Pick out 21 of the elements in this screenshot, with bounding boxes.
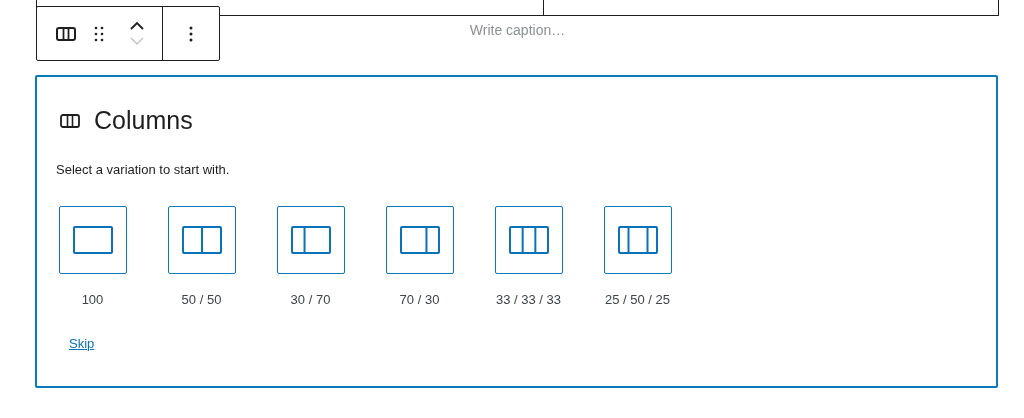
variation-label: 30 / 70 [290,292,331,307]
more-options-icon[interactable] [189,25,193,42]
variation-label: 25 / 50 / 25 [604,292,671,307]
variation-button[interactable] [58,206,127,274]
columns-icon [60,113,80,128]
variation-button[interactable] [494,206,563,274]
skip-link[interactable]: Skip [69,336,95,351]
instructions: Select a variation to start with. [56,162,231,177]
variation-button[interactable] [385,206,454,274]
columns-icon[interactable] [56,26,76,41]
variation-label: 33 / 33 / 33 [495,292,562,307]
variation-button[interactable] [276,206,345,274]
variation-button[interactable] [167,206,236,274]
variation-label: 50 / 50 [181,292,222,307]
caption-field[interactable]: Write caption… [417,22,618,38]
variation-button[interactable] [603,206,672,274]
drag-handle-icon[interactable] [94,25,104,42]
variation-label: 70 / 30 [399,292,440,307]
variation-label: 100 [81,292,104,307]
move-up-icon[interactable] [130,21,144,30]
block-title: Columns [94,106,193,135]
